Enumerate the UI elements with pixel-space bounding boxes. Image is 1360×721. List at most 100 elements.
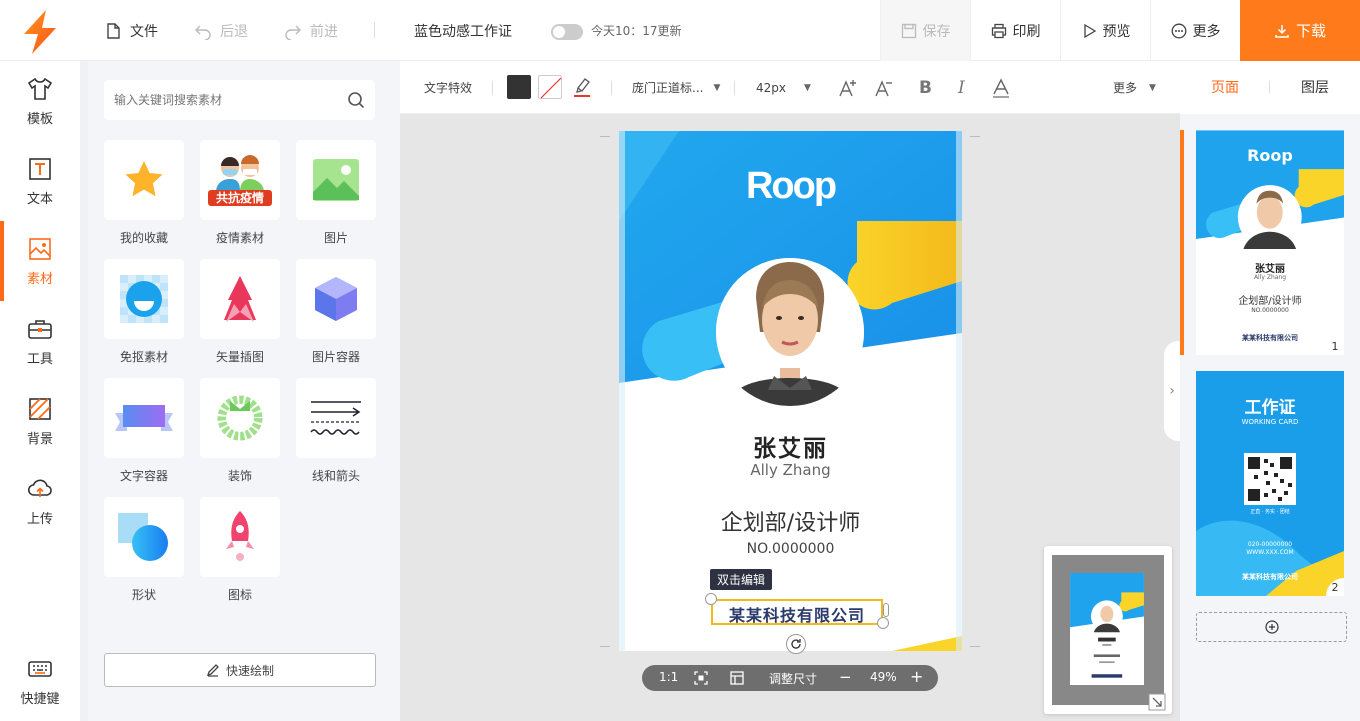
- more-button[interactable]: 更多: [1150, 0, 1240, 61]
- fit-screen-icon: [694, 671, 708, 685]
- page-selected-indicator: [1180, 130, 1184, 355]
- shirt-icon: [27, 77, 53, 100]
- page-thumbnail-1[interactable]: Roop 张艾丽 Ally Zhang 企划部/设计师 NO.0000000 某…: [1196, 130, 1344, 355]
- highlight-button[interactable]: [572, 76, 592, 102]
- card-number[interactable]: NO.0000000: [619, 541, 962, 557]
- tab-layers[interactable]: 图层: [1301, 77, 1329, 97]
- search-icon[interactable]: [347, 91, 365, 109]
- minimap[interactable]: [1044, 546, 1172, 714]
- collapse-right-panel-button[interactable]: ›: [1164, 341, 1180, 441]
- tile-vector[interactable]: [200, 259, 280, 339]
- top-bar: 文件 后退 前进 蓝色动感工作证 今天10：17更新 保存 印刷 预览 更多 下…: [0, 0, 1360, 61]
- align-button[interactable]: [730, 671, 744, 688]
- redo-button[interactable]: 前进: [284, 0, 338, 61]
- tile-label: 免抠素材: [119, 350, 168, 364]
- card-title[interactable]: 企划部/设计师: [619, 505, 962, 537]
- rotate-handle[interactable]: [786, 634, 806, 654]
- tile-label: 矢量插图: [215, 350, 264, 364]
- nav-item-material[interactable]: 素材: [0, 221, 80, 301]
- zoom-level: 49%: [870, 670, 897, 684]
- text-style-button[interactable]: [992, 78, 1010, 102]
- guide-mark: [970, 646, 980, 647]
- add-page-button[interactable]: [1196, 612, 1347, 642]
- highlighter-icon: [574, 78, 590, 97]
- cube-icon: [315, 277, 357, 321]
- card-company[interactable]: 某某科技有限公司: [713, 602, 881, 626]
- zoom-out-button[interactable]: −: [839, 668, 852, 686]
- tile-pictures[interactable]: [296, 140, 376, 220]
- nav-item-upload[interactable]: 上传: [0, 461, 80, 541]
- minimap-expand-button[interactable]: [1148, 693, 1166, 711]
- page1-name: 张艾丽: [1255, 264, 1285, 275]
- quick-draw-button[interactable]: 快速绘制: [104, 653, 376, 687]
- download-button[interactable]: 下载: [1240, 0, 1360, 61]
- autosave-toggle[interactable]: [551, 24, 583, 40]
- card-name[interactable]: 张艾丽: [619, 429, 962, 463]
- id-card-design[interactable]: Roop 张艾丽 Ally Zhang 企划部/设计师 NO.0000000 某…: [619, 131, 962, 651]
- save-button[interactable]: 保存: [880, 0, 970, 61]
- italic-icon: I: [958, 78, 965, 98]
- italic-button[interactable]: I: [958, 78, 965, 98]
- guide-mark: [600, 136, 610, 137]
- file-label: 文件: [130, 23, 158, 40]
- play-icon: [1083, 23, 1096, 38]
- print-button[interactable]: 印刷: [970, 0, 1060, 61]
- tile-favorites[interactable]: [104, 140, 184, 220]
- save-time: 今天10：17更新: [591, 24, 682, 38]
- card-photo[interactable]: [716, 258, 864, 406]
- search-input[interactable]: [114, 80, 344, 120]
- undo-label: 后退: [220, 23, 248, 40]
- pages-tabs: 页面 图层: [1180, 61, 1360, 114]
- page-thumbnail-2[interactable]: 工作证 WORKING CARD 正直 · 务实 · 团结 020-000000…: [1196, 371, 1344, 596]
- resize-button[interactable]: 调整尺寸: [769, 670, 817, 687]
- tile-decoration[interactable]: [200, 378, 280, 458]
- tab-pages[interactable]: 页面: [1211, 77, 1239, 97]
- vector-tree-icon: [224, 276, 256, 322]
- font-family-select[interactable]: 庞门正道标... ▼: [632, 61, 720, 114]
- file-menu[interactable]: 文件: [104, 0, 158, 61]
- tile-image-container[interactable]: [296, 259, 376, 339]
- card-name-en[interactable]: Ally Zhang: [619, 461, 962, 479]
- resize-handle[interactable]: [705, 593, 717, 605]
- page1-company: 某某科技有限公司: [1242, 334, 1298, 342]
- portrait-image: [716, 258, 864, 406]
- nav-label-template: 模板: [26, 111, 53, 127]
- undo-button[interactable]: 后退: [194, 0, 248, 61]
- file-icon: [107, 22, 120, 39]
- divider: [374, 22, 375, 38]
- tile-text-container[interactable]: [104, 378, 184, 458]
- document-title[interactable]: 蓝色动感工作证: [414, 0, 512, 61]
- stroke-color-swatch[interactable]: [538, 75, 562, 99]
- tile-shapes[interactable]: [104, 497, 184, 577]
- font-decrease-button[interactable]: [874, 78, 894, 102]
- page2-tagline: 正直 · 务实 · 团结: [1250, 509, 1290, 515]
- tile-epidemic[interactable]: 共抗疫情: [200, 140, 280, 220]
- company-text-selection[interactable]: 某某科技有限公司: [711, 599, 883, 625]
- font-size-select[interactable]: 42px ▼: [756, 61, 811, 114]
- tile-icons[interactable]: [200, 497, 280, 577]
- zoom-in-button[interactable]: +: [910, 667, 923, 686]
- nav-item-background[interactable]: 背景: [0, 381, 80, 461]
- bold-button[interactable]: B: [919, 78, 932, 98]
- pen-icon: [206, 664, 219, 677]
- text-effect-button[interactable]: 文字特效: [424, 61, 472, 114]
- font-increase-button[interactable]: [838, 78, 858, 102]
- nav-label-upload: 上传: [26, 511, 53, 527]
- app-logo[interactable]: [16, 8, 64, 56]
- background-icon: [29, 397, 51, 420]
- tile-lines-arrows[interactable]: [296, 378, 376, 458]
- nav-item-template[interactable]: 模板: [0, 61, 80, 141]
- nav-item-tools[interactable]: 工具: [0, 301, 80, 381]
- fit-screen-button[interactable]: [694, 671, 708, 688]
- nav-item-text[interactable]: 文本: [0, 141, 80, 221]
- tile-cutout[interactable]: [104, 259, 184, 339]
- resize-handle[interactable]: [877, 617, 889, 629]
- zoom-ratio-button[interactable]: 1:1: [659, 670, 678, 684]
- text-color-swatch[interactable]: [507, 75, 531, 99]
- page1-logo: Roop: [1247, 146, 1293, 165]
- resize-handle[interactable]: [883, 603, 889, 617]
- nav-item-shortcuts[interactable]: 快捷键: [0, 641, 80, 721]
- preview-button[interactable]: 预览: [1060, 0, 1150, 61]
- card-logo: Roop: [745, 165, 837, 207]
- toolbar-more-button[interactable]: 更多 ▼: [1113, 61, 1156, 114]
